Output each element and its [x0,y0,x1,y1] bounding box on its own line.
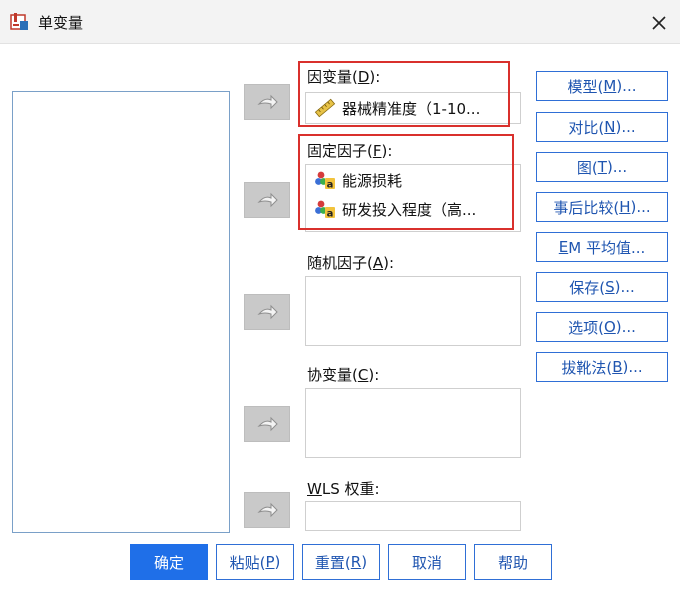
move-to-covariate-button[interactable] [244,406,290,442]
covariate-box[interactable] [305,388,521,458]
spss-dialog-icon [10,13,28,30]
ok-button[interactable]: 确定 [130,544,208,580]
title-bar: 单变量 [0,0,680,44]
move-arrow-icon [257,192,278,208]
model-button[interactable]: 模型(M)... [536,71,668,101]
move-arrow-icon [257,304,278,320]
random-factor-label: 随机因子(A): [307,254,395,272]
wls-weight-box[interactable] [305,501,521,531]
bootstrap-button[interactable]: 拔靴法(B)... [536,352,668,382]
close-icon [652,16,666,30]
post-hoc-button[interactable]: 事后比较(H)... [536,192,668,222]
source-variable-list[interactable] [12,91,230,533]
window-title: 单变量 [38,14,84,32]
help-button[interactable]: 帮助 [474,544,552,580]
move-arrow-icon [257,416,278,432]
covariate-label: 协变量(C): [307,366,380,384]
plots-button[interactable]: 图(T)... [536,152,668,182]
save-button[interactable]: 保存(S)... [536,272,668,302]
wls-weight-label: WLS 权重: [307,480,380,498]
em-means-button[interactable]: EM 平均值... [536,232,668,262]
move-arrow-icon [257,94,278,110]
move-to-fixed-factor-button[interactable] [244,182,290,218]
fixed-factor-highlight [298,134,514,230]
paste-button[interactable]: 粘贴(P) [216,544,294,580]
cancel-button[interactable]: 取消 [388,544,466,580]
move-to-dependent-button[interactable] [244,84,290,120]
random-factor-box[interactable] [305,276,521,346]
move-arrow-icon [257,502,278,518]
move-to-random-factor-button[interactable] [244,294,290,330]
dependent-highlight [298,61,510,127]
move-to-wls-weight-button[interactable] [244,492,290,528]
contrasts-button[interactable]: 对比(N)... [536,112,668,142]
options-button[interactable]: 选项(O)... [536,312,668,342]
close-button[interactable] [644,8,674,38]
reset-button[interactable]: 重置(R) [302,544,380,580]
